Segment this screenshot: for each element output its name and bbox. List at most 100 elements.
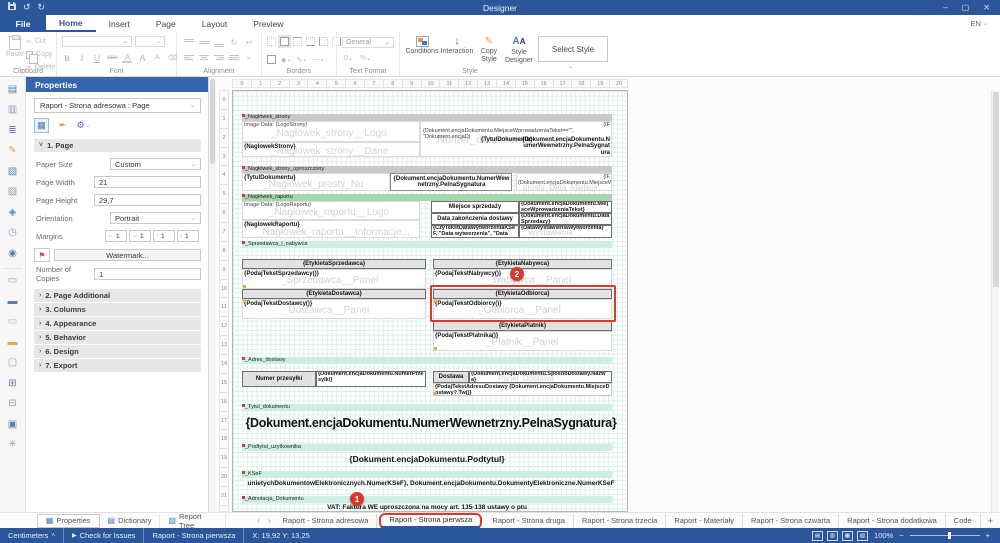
- view-mode-button[interactable]: ▤: [812, 531, 823, 541]
- paste-button[interactable]: Paste: [6, 51, 24, 58]
- bold-button[interactable]: B: [62, 52, 72, 63]
- payer-label-cell[interactable]: {EtykietaPlatnik}: [433, 321, 612, 331]
- vat-annotation-text[interactable]: VAT: Faktura WE uproszczona na mocy art.…: [242, 504, 612, 511]
- band-ksef[interactable]: _KSeF: [242, 471, 612, 478]
- page-tabs-scroll-left[interactable]: ‹: [253, 516, 264, 525]
- word-wrap-button[interactable]: ↩: [244, 37, 254, 48]
- border-top-button[interactable]: [293, 37, 302, 46]
- supplier-panel[interactable]: {PodajTekstDostawcy()} _Dostawca__Panel: [242, 299, 426, 319]
- page-tab-strona-czwarta[interactable]: Raport - Strona czwarta: [743, 514, 839, 528]
- font-size-select[interactable]: ⌄: [135, 36, 165, 47]
- report-page[interactable]: _Nagłówek_strony Image Data: {LogoStrony…: [232, 90, 628, 512]
- border-outside-button[interactable]: [267, 55, 276, 64]
- toolbox-component-icon[interactable]: ◉: [4, 244, 22, 262]
- report-header-logo-cell[interactable]: Image Data: {LogoRaportu} _Nagłówek_rapo…: [242, 201, 420, 220]
- margin-input[interactable]: ↑1: [153, 230, 175, 242]
- page-tab-strona-pierwsza[interactable]: Raport - Strona pierwsza: [381, 514, 480, 528]
- font-family-select[interactable]: ⌄: [62, 36, 132, 47]
- view-mode-button[interactable]: ▥: [827, 531, 838, 541]
- toolbox-component-icon[interactable]: ▤: [4, 80, 22, 98]
- language-selector[interactable]: EN⌄: [971, 15, 988, 32]
- border-color-button[interactable]: ✎⌄: [296, 54, 307, 65]
- tab-page[interactable]: Page: [143, 15, 189, 32]
- align-middle-button[interactable]: [199, 39, 209, 47]
- panel-tab-properties[interactable]: ▦Properties: [37, 514, 100, 528]
- toolbox-component-icon[interactable]: ⊞: [4, 374, 22, 392]
- seller-label-cell[interactable]: {EtykietaSprzedawca}: [242, 259, 426, 269]
- toolbox-component-icon[interactable]: ▬: [4, 292, 22, 310]
- page-tab-materialy[interactable]: Raport - Materiały: [666, 514, 743, 528]
- sale-info-table-row2[interactable]: Data zakończenia dostawy {Dokument.encja…: [431, 213, 612, 225]
- delivery-address-cell[interactable]: {PodajTekstAdresuDostawy {Dokument.encja…: [433, 383, 612, 396]
- properties-scrollbar[interactable]: [209, 77, 216, 512]
- align-bottom-button[interactable]: [214, 39, 224, 47]
- band-seller-buyer[interactable]: _Sprzedawca_i_nabywca: [242, 241, 612, 248]
- panel-tab-report-tree[interactable]: ▧Report Tree: [160, 514, 226, 528]
- collapsed-section-header[interactable]: 6. Design: [34, 345, 201, 358]
- page-header-logo-cell[interactable]: Image Data: {LogoStrony} _Nagłówek_stron…: [242, 121, 420, 142]
- canvas-vertical-scrollbar[interactable]: [991, 90, 999, 512]
- select-style-box[interactable]: Select Style: [538, 36, 608, 62]
- toolbox-component-icon[interactable]: ▬: [4, 333, 22, 351]
- band-subtitle[interactable]: _Podtytul_uzytkownika: [242, 444, 612, 451]
- text-rotate-button[interactable]: ↻: [229, 37, 239, 48]
- check-for-issues-button[interactable]: ▶Check for Issues: [64, 528, 144, 543]
- toolbox-component-icon[interactable]: ✳: [4, 436, 22, 454]
- sale-info-table-row3[interactable]: {CzyTekstDataWytworzeniaKSeF, "Data wytw…: [431, 225, 612, 238]
- font-color-button[interactable]: A: [122, 52, 132, 63]
- buyer-label-cell[interactable]: {EtykietaNabywca}: [433, 259, 612, 269]
- page-width-input[interactable]: [94, 176, 201, 188]
- collapsed-section-header[interactable]: 4. Appearance: [34, 317, 201, 330]
- watermark-button[interactable]: Watermark...: [54, 249, 201, 261]
- simple-header-place-cell[interactable]: {IF (Dokument.encjaDokumentu.MiejsceWpro…: [516, 173, 612, 191]
- band-report-header[interactable]: _Nagłówek_raportu: [242, 194, 612, 201]
- orientation-select[interactable]: Portrait⌄: [110, 212, 201, 224]
- delivery-row[interactable]: Dostawa Panel_Dostawa {Dokument.encjaDok…: [433, 371, 612, 383]
- sale-info-table-row1[interactable]: Miejsce sprzedaży {Dokument.encjaDokumen…: [431, 201, 612, 213]
- page-tab-strona-druga[interactable]: Raport - Strona druga: [484, 514, 574, 528]
- toolbox-component-icon[interactable]: ▢: [4, 354, 22, 372]
- recipient-panel[interactable]: {PodajTekstOdbiorcy()} _Odbiorca__Panel: [433, 299, 612, 319]
- border-left-button[interactable]: [319, 37, 328, 46]
- collapsed-section-header[interactable]: 2. Page Additional: [34, 289, 201, 302]
- band-document-title[interactable]: _Tytul_dokumentu: [242, 404, 612, 411]
- shipment-number-row[interactable]: Numer przesyłki {Dokument.encjaDokumentu…: [242, 371, 426, 387]
- recipient-label-cell[interactable]: {EtykietaOdbiorca}: [433, 289, 612, 299]
- view-mode-button[interactable]: ▦: [842, 531, 853, 541]
- clear-format-button[interactable]: ⌫: [167, 52, 177, 63]
- document-subtitle-text[interactable]: {Dokument.encjaDokumentu.Podtytul}: [242, 454, 612, 464]
- margin-input[interactable]: ↓1: [177, 230, 199, 242]
- report-header-info-cell[interactable]: {NaglowekRaportu} _Nagłówek_raportu__Inf…: [242, 220, 420, 238]
- collapsed-section-header[interactable]: 5. Behavior: [34, 331, 201, 344]
- currency-format-button[interactable]: %⌄: [360, 53, 371, 64]
- maximize-button[interactable]: ▢: [962, 3, 970, 12]
- style-designer-button[interactable]: AA Style Designer: [504, 36, 534, 65]
- section-page-header[interactable]: ˅ 1. Page: [34, 139, 201, 152]
- view-mode-button[interactable]: ▧: [857, 531, 868, 541]
- shrink-font-button[interactable]: A: [152, 52, 162, 63]
- text-format-select[interactable]: General⌄: [342, 37, 394, 48]
- border-bottom-button[interactable]: [306, 37, 315, 46]
- page-tab-strona-dodatkowa[interactable]: Raport - Strona dodatkowa: [839, 514, 946, 528]
- align-right-button[interactable]: [214, 55, 224, 63]
- toolbox-component-icon[interactable]: ▭: [4, 313, 22, 331]
- payer-panel[interactable]: {PodajTekstPlatnika()} _Platnik__Panel: [433, 331, 612, 351]
- align-left-button[interactable]: [184, 55, 194, 63]
- band-page-header[interactable]: _Nagłówek_strony: [242, 114, 612, 121]
- simple-header-title-cell[interactable]: {TytulDokumentu} _Nagłówek_prosty_Nu: [242, 173, 390, 191]
- minimize-button[interactable]: –: [943, 3, 947, 12]
- properties-events-button[interactable]: ✒: [55, 118, 70, 133]
- zoom-out-button[interactable]: −: [899, 531, 903, 540]
- page-tab-strona-adresowa[interactable]: Raport - Strona adresowa: [275, 514, 378, 528]
- tab-layout[interactable]: Layout: [189, 15, 241, 32]
- border-none-button[interactable]: [267, 37, 276, 46]
- zoom-slider[interactable]: [910, 535, 980, 536]
- strikethrough-button[interactable]: abc: [107, 52, 117, 63]
- toolbox-component-icon[interactable]: ✎: [4, 142, 22, 160]
- copy-button[interactable]: Copy: [26, 49, 55, 60]
- justify-button[interactable]: [229, 55, 239, 63]
- grow-font-button[interactable]: A: [137, 52, 147, 63]
- margin-input[interactable]: ←1: [105, 230, 127, 242]
- align-top-button[interactable]: [184, 39, 194, 47]
- toolbox-component-icon[interactable]: ▭: [4, 268, 22, 290]
